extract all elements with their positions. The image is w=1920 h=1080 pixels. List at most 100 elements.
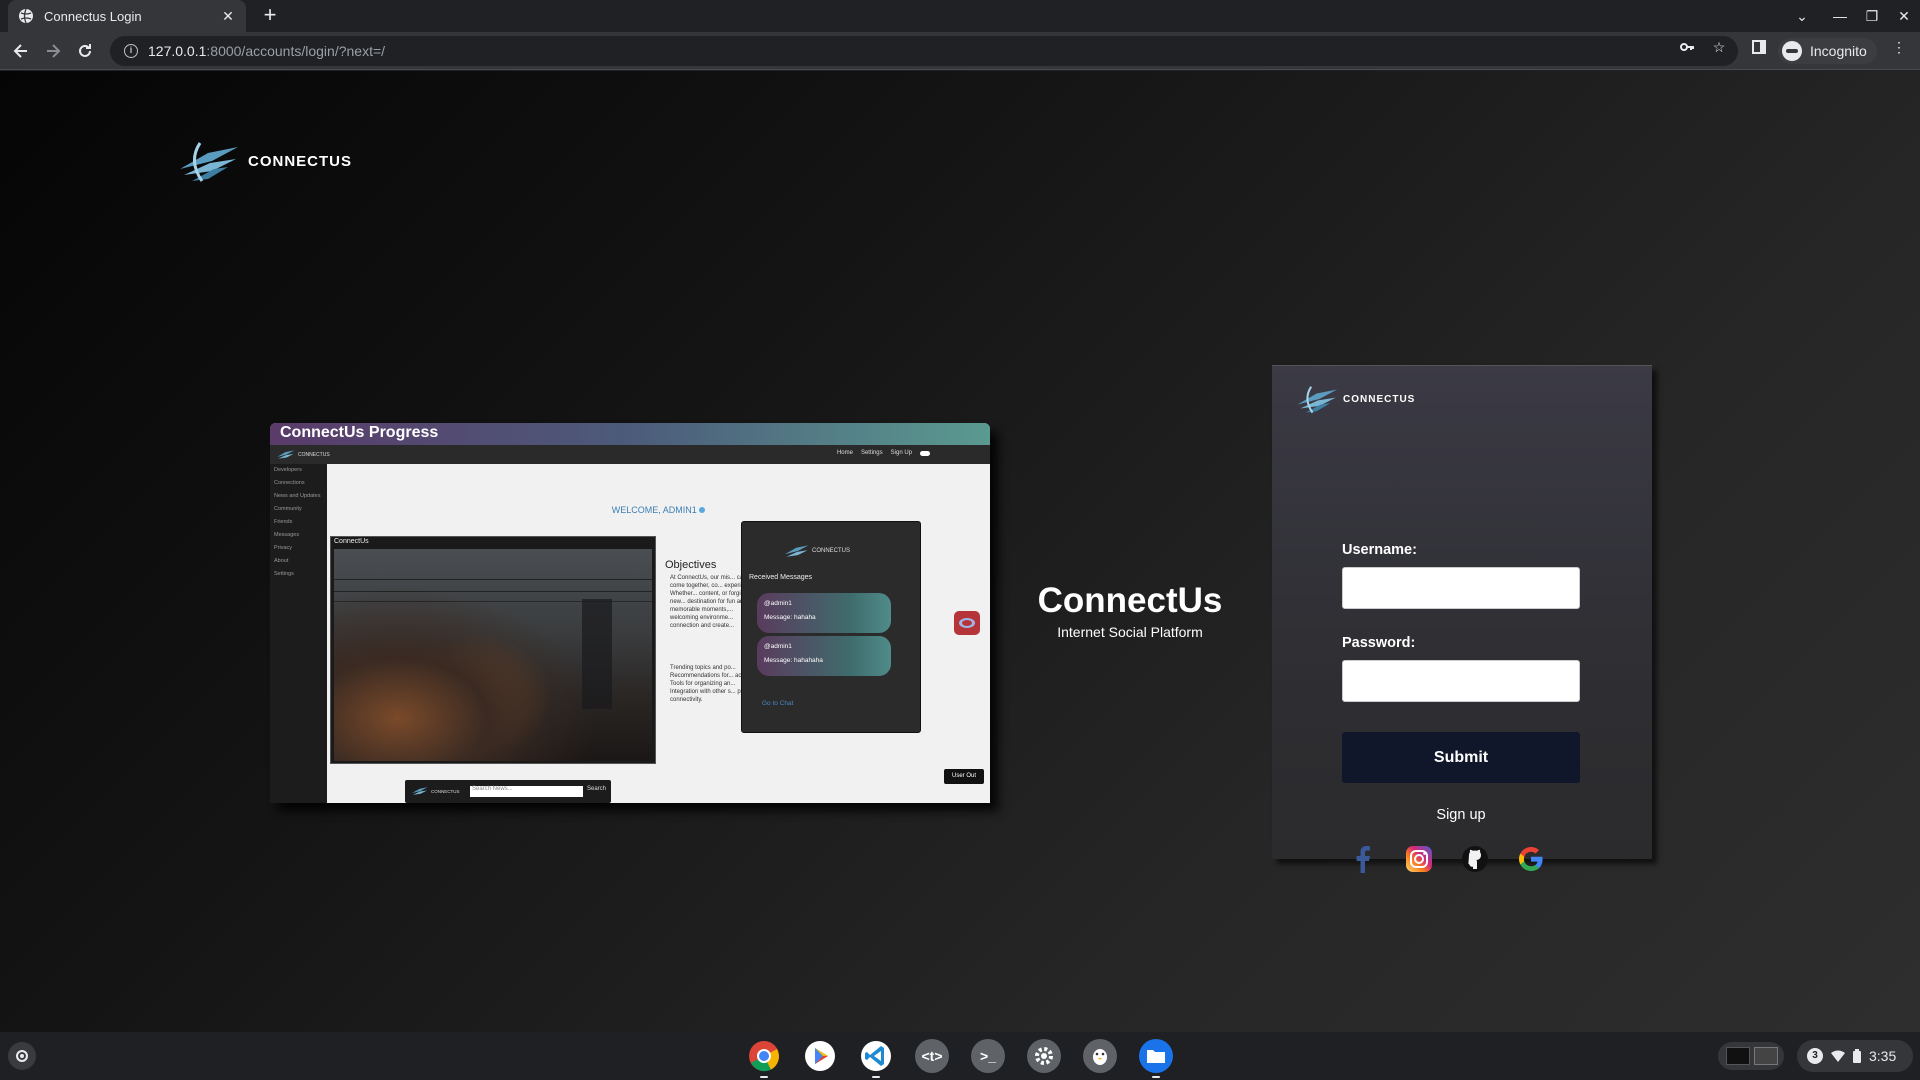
play-store-app-icon[interactable] [803, 1039, 837, 1073]
incognito-icon [1782, 41, 1802, 61]
os-shelf: <t> >_ 3 3:35 [0, 1032, 1920, 1080]
launcher-button[interactable] [8, 1042, 36, 1070]
login-card: CONNECTUS Username: Password: Submit Sig… [1272, 365, 1652, 873]
message-user: @admin1 [764, 643, 792, 650]
preview-nav-settings: Settings [860, 450, 883, 456]
browser-toolbar: i 127.0.0.1:8000/accounts/login/?next=/ … [0, 32, 1920, 70]
page-logo[interactable]: CONNECTUS [178, 139, 352, 183]
address-bar[interactable]: i 127.0.0.1:8000/accounts/login/?next=/ [110, 36, 1738, 66]
received-messages-panel: CONNECTUS Received Messages @admin1 Mess… [741, 521, 921, 733]
search-logo: CONNECTUS [411, 785, 460, 797]
incognito-label: Incognito [1810, 43, 1867, 59]
github-icon[interactable] [1460, 844, 1490, 874]
launcher-icon [16, 1050, 28, 1062]
preview-navbar: CONNECTUS Home Settings Sign Up [270, 445, 990, 464]
files-app-icon[interactable] [1139, 1039, 1173, 1078]
preview-search-button: Search [587, 786, 607, 792]
message-bubble: @admin1 Message: hahaha [757, 593, 891, 633]
settings-app-icon[interactable] [1027, 1039, 1061, 1073]
chrome-app-icon[interactable] [747, 1039, 781, 1078]
terminal-app-icon[interactable]: >_ [971, 1039, 1005, 1073]
screenshot-thumb-icon [1726, 1047, 1750, 1065]
notification-badge: 3 [1807, 1048, 1823, 1064]
sign-up-link[interactable]: Sign up [1342, 807, 1580, 823]
facebook-icon[interactable] [1348, 844, 1378, 874]
forward-arrow-icon [47, 44, 61, 58]
key-icon[interactable] [1678, 39, 1696, 57]
google-icon[interactable] [1516, 844, 1546, 874]
connectus-logo-icon [277, 450, 295, 459]
preview-logo-text: CONNECTUS [298, 451, 330, 458]
message-bubble: @admin1 Message: hahahaha [757, 636, 891, 676]
submit-button[interactable]: Submit [1342, 732, 1580, 783]
preview-welcome: WELCOME, ADMIN1 [327, 505, 990, 515]
tab-title: Connectus Login [44, 8, 142, 24]
preview-sidebar-item: Messages [274, 532, 300, 538]
chat-logo-text: CONNECTUS [812, 548, 851, 554]
preview-sidebar-item: Privacy [274, 545, 293, 551]
toggle-icon [920, 451, 930, 456]
vscode-app-icon[interactable] [859, 1039, 893, 1078]
preview-search-bar: CONNECTUS Search News... Search [405, 780, 611, 803]
username-input[interactable] [1342, 567, 1580, 609]
preview-sidebar: Developers Connections News and Updates … [270, 464, 327, 803]
close-window-button[interactable]: ✕ [1888, 0, 1920, 32]
text-editor-app-icon[interactable]: <t> [915, 1039, 949, 1073]
new-tab-button[interactable]: + [258, 4, 282, 28]
running-indicator [1152, 1076, 1160, 1078]
search-logo-text: CONNECTUS [431, 788, 460, 794]
holding-space[interactable] [1718, 1042, 1784, 1070]
preview-title: ConnectUs Progress [270, 423, 990, 445]
browser-tab[interactable]: Connectus Login ✕ [8, 0, 246, 32]
text-glyph-icon: <t> [921, 1048, 943, 1064]
preview-sidebar-item: Settings [274, 571, 294, 577]
incognito-badge[interactable]: Incognito [1778, 38, 1877, 64]
site-info-icon[interactable]: i [124, 44, 138, 58]
close-tab-icon[interactable]: ✕ [220, 8, 236, 24]
preview-nav-signup: Sign Up [890, 450, 912, 456]
forward-button[interactable] [39, 37, 67, 65]
status-tray[interactable]: 3 3:35 [1797, 1040, 1913, 1072]
menu-kebab-icon[interactable]: ⋮ [1890, 39, 1908, 57]
verified-icon [699, 507, 706, 513]
preview-sidebar-item: Developers [274, 467, 302, 473]
login-logo-text: CONNECTUS [1343, 393, 1416, 405]
restore-button[interactable]: ❐ [1856, 0, 1888, 32]
welcome-text: WELCOME, ADMIN1 [611, 505, 697, 515]
wifi-icon [1831, 1050, 1845, 1062]
bookmark-star-icon[interactable]: ☆ [1710, 39, 1728, 57]
reload-button[interactable] [71, 37, 99, 65]
preview-nav-home: Home [836, 450, 853, 456]
preview-sidebar-item: News and Updates [274, 493, 321, 499]
connectus-logo-icon [411, 787, 428, 795]
back-button[interactable] [7, 37, 35, 65]
user-out-button: User Out [944, 769, 984, 784]
back-arrow-icon [13, 44, 27, 58]
preview-main: WELCOME, ADMIN1 ConnectUs Objectives At … [327, 464, 990, 803]
preview-nav-links: Home Settings Sign Up [837, 450, 930, 456]
received-messages-title: Received Messages [749, 574, 813, 581]
preview-photo-frame: ConnectUs [330, 536, 656, 764]
chat-bubble-icon [954, 611, 980, 635]
hero-title-block: ConnectUs Internet Social Platform [1000, 581, 1260, 640]
battery-icon [1853, 1049, 1861, 1063]
login-page: CONNECTUS ConnectUs Progress CONNECTUS H… [0, 71, 1920, 1032]
minimize-button[interactable]: — [1824, 0, 1856, 32]
preview-sidebar-item: Connections [274, 480, 305, 486]
url-host: 127.0.0.1 [148, 43, 207, 59]
tab-search-icon[interactable]: ⌄ [1786, 0, 1818, 32]
password-input[interactable] [1342, 660, 1580, 702]
preview-sidebar-item: Community [274, 506, 302, 512]
social-login-row [1348, 844, 1546, 874]
connectus-logo-icon [180, 142, 238, 182]
photo-caption: ConnectUs [334, 538, 369, 545]
preview-logo: CONNECTUS [276, 448, 330, 461]
instagram-icon[interactable] [1404, 844, 1434, 874]
hero-title: ConnectUs [1037, 581, 1223, 620]
side-panel-icon[interactable] [1750, 39, 1768, 57]
globe-icon [19, 8, 33, 24]
linux-app-icon[interactable] [1083, 1039, 1117, 1073]
running-indicator [872, 1076, 880, 1078]
username-label: Username: [1342, 542, 1417, 558]
preview-sidebar-item: Friends [274, 519, 293, 525]
